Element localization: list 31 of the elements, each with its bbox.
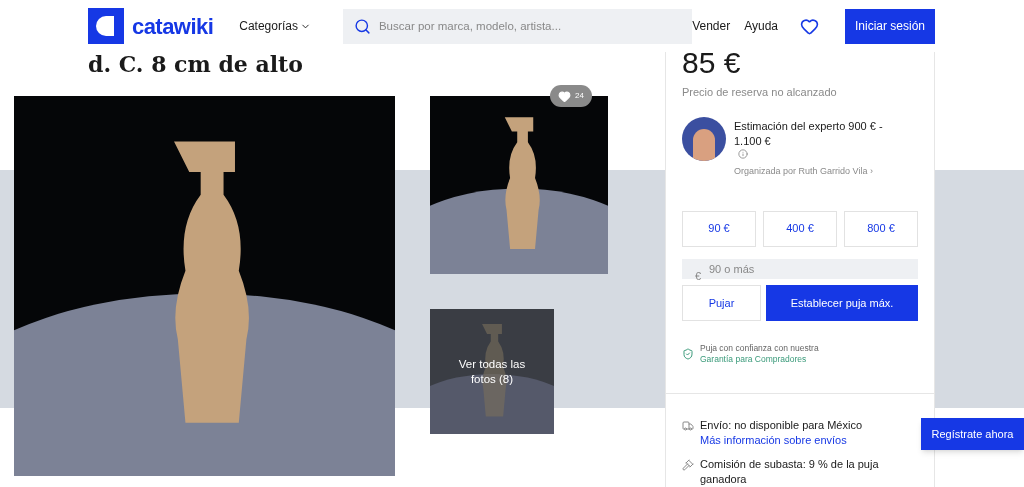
shipping-info: Envío: no disponible para México [700,418,863,433]
search-field[interactable]: Buscar por marca, modelo, artista... [342,8,693,44]
expert-avatar [682,116,726,161]
commission-info: Comisión de subasta: 9 % de la puja ganadora [700,457,880,487]
shipping-link[interactable]: Más información sobre envíos [700,433,863,448]
guarantee-link[interactable]: Garantía para Compradores [700,354,807,364]
lot-title: d. C. 8 cm de alto [88,50,304,78]
register-button[interactable]: Regístrate ahora [921,418,1024,450]
curator-link[interactable]: Organizada por Ruth Garrido Vila › [734,163,906,179]
guarantee-text: Puja con confianza con nuestra Garantía para Compradores [700,343,820,365]
truck-icon [682,420,694,432]
gavel-icon [682,459,694,471]
favorites-icon[interactable] [800,16,819,36]
quick-bid-button[interactable]: 800 € [844,210,918,247]
shield-icon [682,348,694,360]
nav-link[interactable]: Ayuda [744,17,778,35]
bid-button[interactable]: Pujar [682,285,761,321]
heart-icon [558,89,572,103]
max-bid-button[interactable]: Establecer puja máx. [766,285,918,321]
reserve-status: Precio de reserva no alcanzado [682,85,838,100]
categories-menu[interactable]: Categorías [239,17,311,35]
quick-bid-button[interactable]: 400 € [763,210,837,247]
current-price: 85 € [682,48,742,78]
expert-estimate: Estimación del experto 900 € - 1.100 € [734,118,884,149]
login-button[interactable]: Iniciar sesión [845,8,935,44]
nav-link[interactable]: Vender [692,17,731,35]
search-icon [353,17,371,35]
quick-bid-button[interactable]: 90 € [682,210,756,247]
logo[interactable]: catawiki [88,8,214,44]
all-photos-thumbnail[interactable]: Ver todas las fotos (8) [430,309,554,434]
logo-icon [88,8,124,44]
